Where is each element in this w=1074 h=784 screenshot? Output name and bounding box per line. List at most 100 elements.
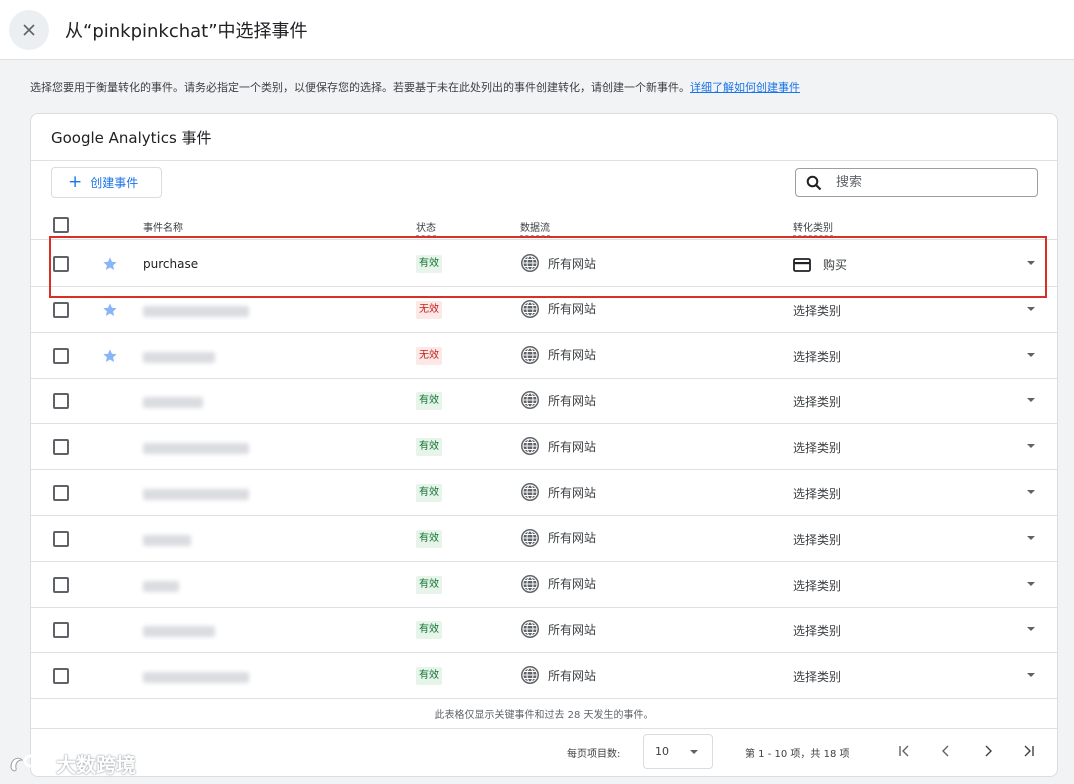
close-button[interactable] bbox=[9, 9, 49, 50]
table-row[interactable]: purchase 有效 所有网站 购买 bbox=[31, 241, 1057, 287]
data-stream: 所有网站 bbox=[520, 528, 596, 548]
close-icon bbox=[23, 23, 35, 36]
first-page-icon[interactable] bbox=[896, 743, 912, 759]
watermark: 大数跨境 bbox=[8, 749, 136, 778]
chevron-down-icon[interactable] bbox=[1027, 444, 1035, 449]
category-value: 购买 bbox=[823, 258, 848, 272]
row-checkbox[interactable] bbox=[53, 576, 69, 593]
search-box[interactable] bbox=[795, 168, 1038, 197]
globe-icon bbox=[521, 254, 539, 272]
star-icon[interactable] bbox=[102, 302, 118, 318]
category-select[interactable]: 选择类别 bbox=[793, 485, 841, 502]
table-row[interactable]: 有效 所有网站 选择类别 bbox=[31, 607, 1057, 654]
data-stream: 所有网站 bbox=[520, 345, 596, 365]
table-row[interactable]: 无效 所有网站 选择类别 bbox=[31, 287, 1057, 333]
column-header-stream[interactable]: 数据流 bbox=[520, 219, 550, 236]
next-page-icon[interactable] bbox=[980, 743, 996, 759]
chevron-down-icon[interactable] bbox=[1027, 306, 1035, 311]
category-select[interactable]: 选择类别 bbox=[793, 531, 841, 548]
column-header-category[interactable]: 转化类别 bbox=[793, 219, 833, 236]
stream-label: 所有网站 bbox=[548, 393, 597, 408]
prev-page-icon[interactable] bbox=[938, 743, 954, 759]
chevron-down-icon[interactable] bbox=[1027, 261, 1035, 265]
stream-label: 所有网站 bbox=[548, 439, 597, 454]
learn-more-link[interactable]: 详细了解如何创建事件 bbox=[690, 81, 800, 94]
category-value: 选择类别 bbox=[793, 349, 842, 364]
status-badge: 有效 bbox=[416, 529, 442, 548]
stream-label: 所有网站 bbox=[548, 531, 597, 546]
create-event-button[interactable]: + 创建事件 bbox=[51, 167, 162, 198]
table-row[interactable]: 无效 所有网站 选择类别 bbox=[31, 333, 1057, 379]
table-row[interactable]: 有效 所有网站 选择类别 bbox=[31, 470, 1057, 516]
globe-icon bbox=[521, 483, 539, 501]
row-checkbox[interactable] bbox=[53, 301, 69, 318]
redacted-event-name bbox=[143, 443, 249, 455]
table-row[interactable]: 有效 所有网站 选择类别 bbox=[31, 653, 1057, 700]
chevron-down-icon[interactable] bbox=[1027, 398, 1035, 403]
category-select[interactable]: 选择类别 bbox=[793, 348, 841, 365]
plus-icon: + bbox=[68, 172, 83, 192]
row-checkbox[interactable] bbox=[53, 530, 69, 547]
chevron-down-icon[interactable] bbox=[1027, 627, 1035, 632]
stream-label: 所有网站 bbox=[548, 668, 597, 683]
category-value: 选择类别 bbox=[793, 624, 842, 639]
per-page-label: 每页项目数: bbox=[567, 749, 621, 760]
row-checkbox[interactable] bbox=[53, 622, 69, 639]
category-select[interactable]: 选择类别 bbox=[793, 577, 841, 594]
category-value: 选择类别 bbox=[793, 303, 842, 318]
table-row[interactable]: 有效 所有网站 选择类别 bbox=[31, 378, 1057, 425]
data-stream: 所有网站 bbox=[520, 253, 596, 273]
table-header: 事件名称 状态 数据流 转化类别 bbox=[31, 212, 1057, 240]
last-page-icon[interactable] bbox=[1021, 743, 1037, 759]
category-select[interactable]: 购买 bbox=[793, 256, 847, 273]
dialog-header: 从“pinkpinkchat”中选择事件 bbox=[0, 0, 1074, 60]
star-icon[interactable] bbox=[102, 256, 118, 272]
category-select[interactable]: 选择类别 bbox=[793, 439, 841, 456]
event-name: purchase bbox=[143, 257, 199, 271]
row-checkbox[interactable] bbox=[53, 347, 69, 364]
select-all-checkbox[interactable] bbox=[53, 217, 69, 233]
globe-icon bbox=[521, 391, 539, 410]
category-value: 选择类别 bbox=[793, 441, 842, 456]
intro-description: 选择您要用于衡量转化的事件。请务必指定一个类别，以便保存您的选择。若要基于未在此… bbox=[30, 81, 690, 94]
table-row[interactable]: 有效 所有网站 选择类别 bbox=[31, 562, 1057, 608]
create-event-label: 创建事件 bbox=[90, 176, 139, 190]
row-checkbox[interactable] bbox=[53, 439, 69, 456]
chevron-down-icon[interactable] bbox=[1027, 352, 1035, 357]
stream-label: 所有网站 bbox=[548, 577, 597, 592]
search-input[interactable] bbox=[836, 175, 1026, 190]
globe-icon bbox=[521, 437, 539, 456]
chevron-down-icon[interactable] bbox=[1027, 535, 1035, 540]
globe-icon bbox=[521, 574, 539, 593]
row-checkbox[interactable] bbox=[53, 393, 69, 410]
chevron-down-icon[interactable] bbox=[1027, 581, 1035, 586]
row-checkbox[interactable] bbox=[53, 256, 69, 272]
category-value: 选择类别 bbox=[793, 670, 842, 685]
column-header-status[interactable]: 状态 bbox=[416, 219, 436, 236]
star-icon[interactable] bbox=[102, 348, 118, 364]
table-row[interactable]: 有效 所有网站 选择类别 bbox=[31, 424, 1057, 471]
status-badge: 有效 bbox=[416, 575, 442, 594]
intro-text: 选择您要用于衡量转化的事件。请务必指定一个类别，以便保存您的选择。若要基于未在此… bbox=[30, 79, 1060, 95]
category-select[interactable]: 选择类别 bbox=[793, 302, 841, 319]
stream-label: 所有网站 bbox=[548, 256, 597, 271]
chevron-down-icon[interactable] bbox=[1027, 673, 1035, 678]
category-select[interactable]: 选择类别 bbox=[793, 622, 841, 639]
page-range: 第 1 - 10 项，共 18 项 bbox=[745, 749, 850, 760]
data-stream: 所有网站 bbox=[520, 619, 596, 639]
card-title: Google Analytics 事件 bbox=[51, 129, 212, 147]
column-header-name[interactable]: 事件名称 bbox=[143, 219, 183, 234]
row-checkbox[interactable] bbox=[53, 668, 69, 685]
table-row[interactable]: 有效 所有网站 选择类别 bbox=[31, 516, 1057, 562]
per-page-select[interactable]: 10 bbox=[643, 734, 713, 769]
chevron-down-icon[interactable] bbox=[1027, 490, 1035, 494]
row-checkbox[interactable] bbox=[53, 485, 69, 501]
globe-icon bbox=[521, 666, 539, 685]
category-select[interactable]: 选择类别 bbox=[793, 393, 841, 410]
redacted-event-name bbox=[143, 626, 215, 638]
status-badge: 有效 bbox=[416, 255, 442, 273]
category-select[interactable]: 选择类别 bbox=[793, 668, 841, 685]
category-value: 选择类别 bbox=[793, 395, 842, 410]
data-stream: 所有网站 bbox=[520, 390, 596, 410]
per-page-value: 10 bbox=[655, 745, 669, 758]
